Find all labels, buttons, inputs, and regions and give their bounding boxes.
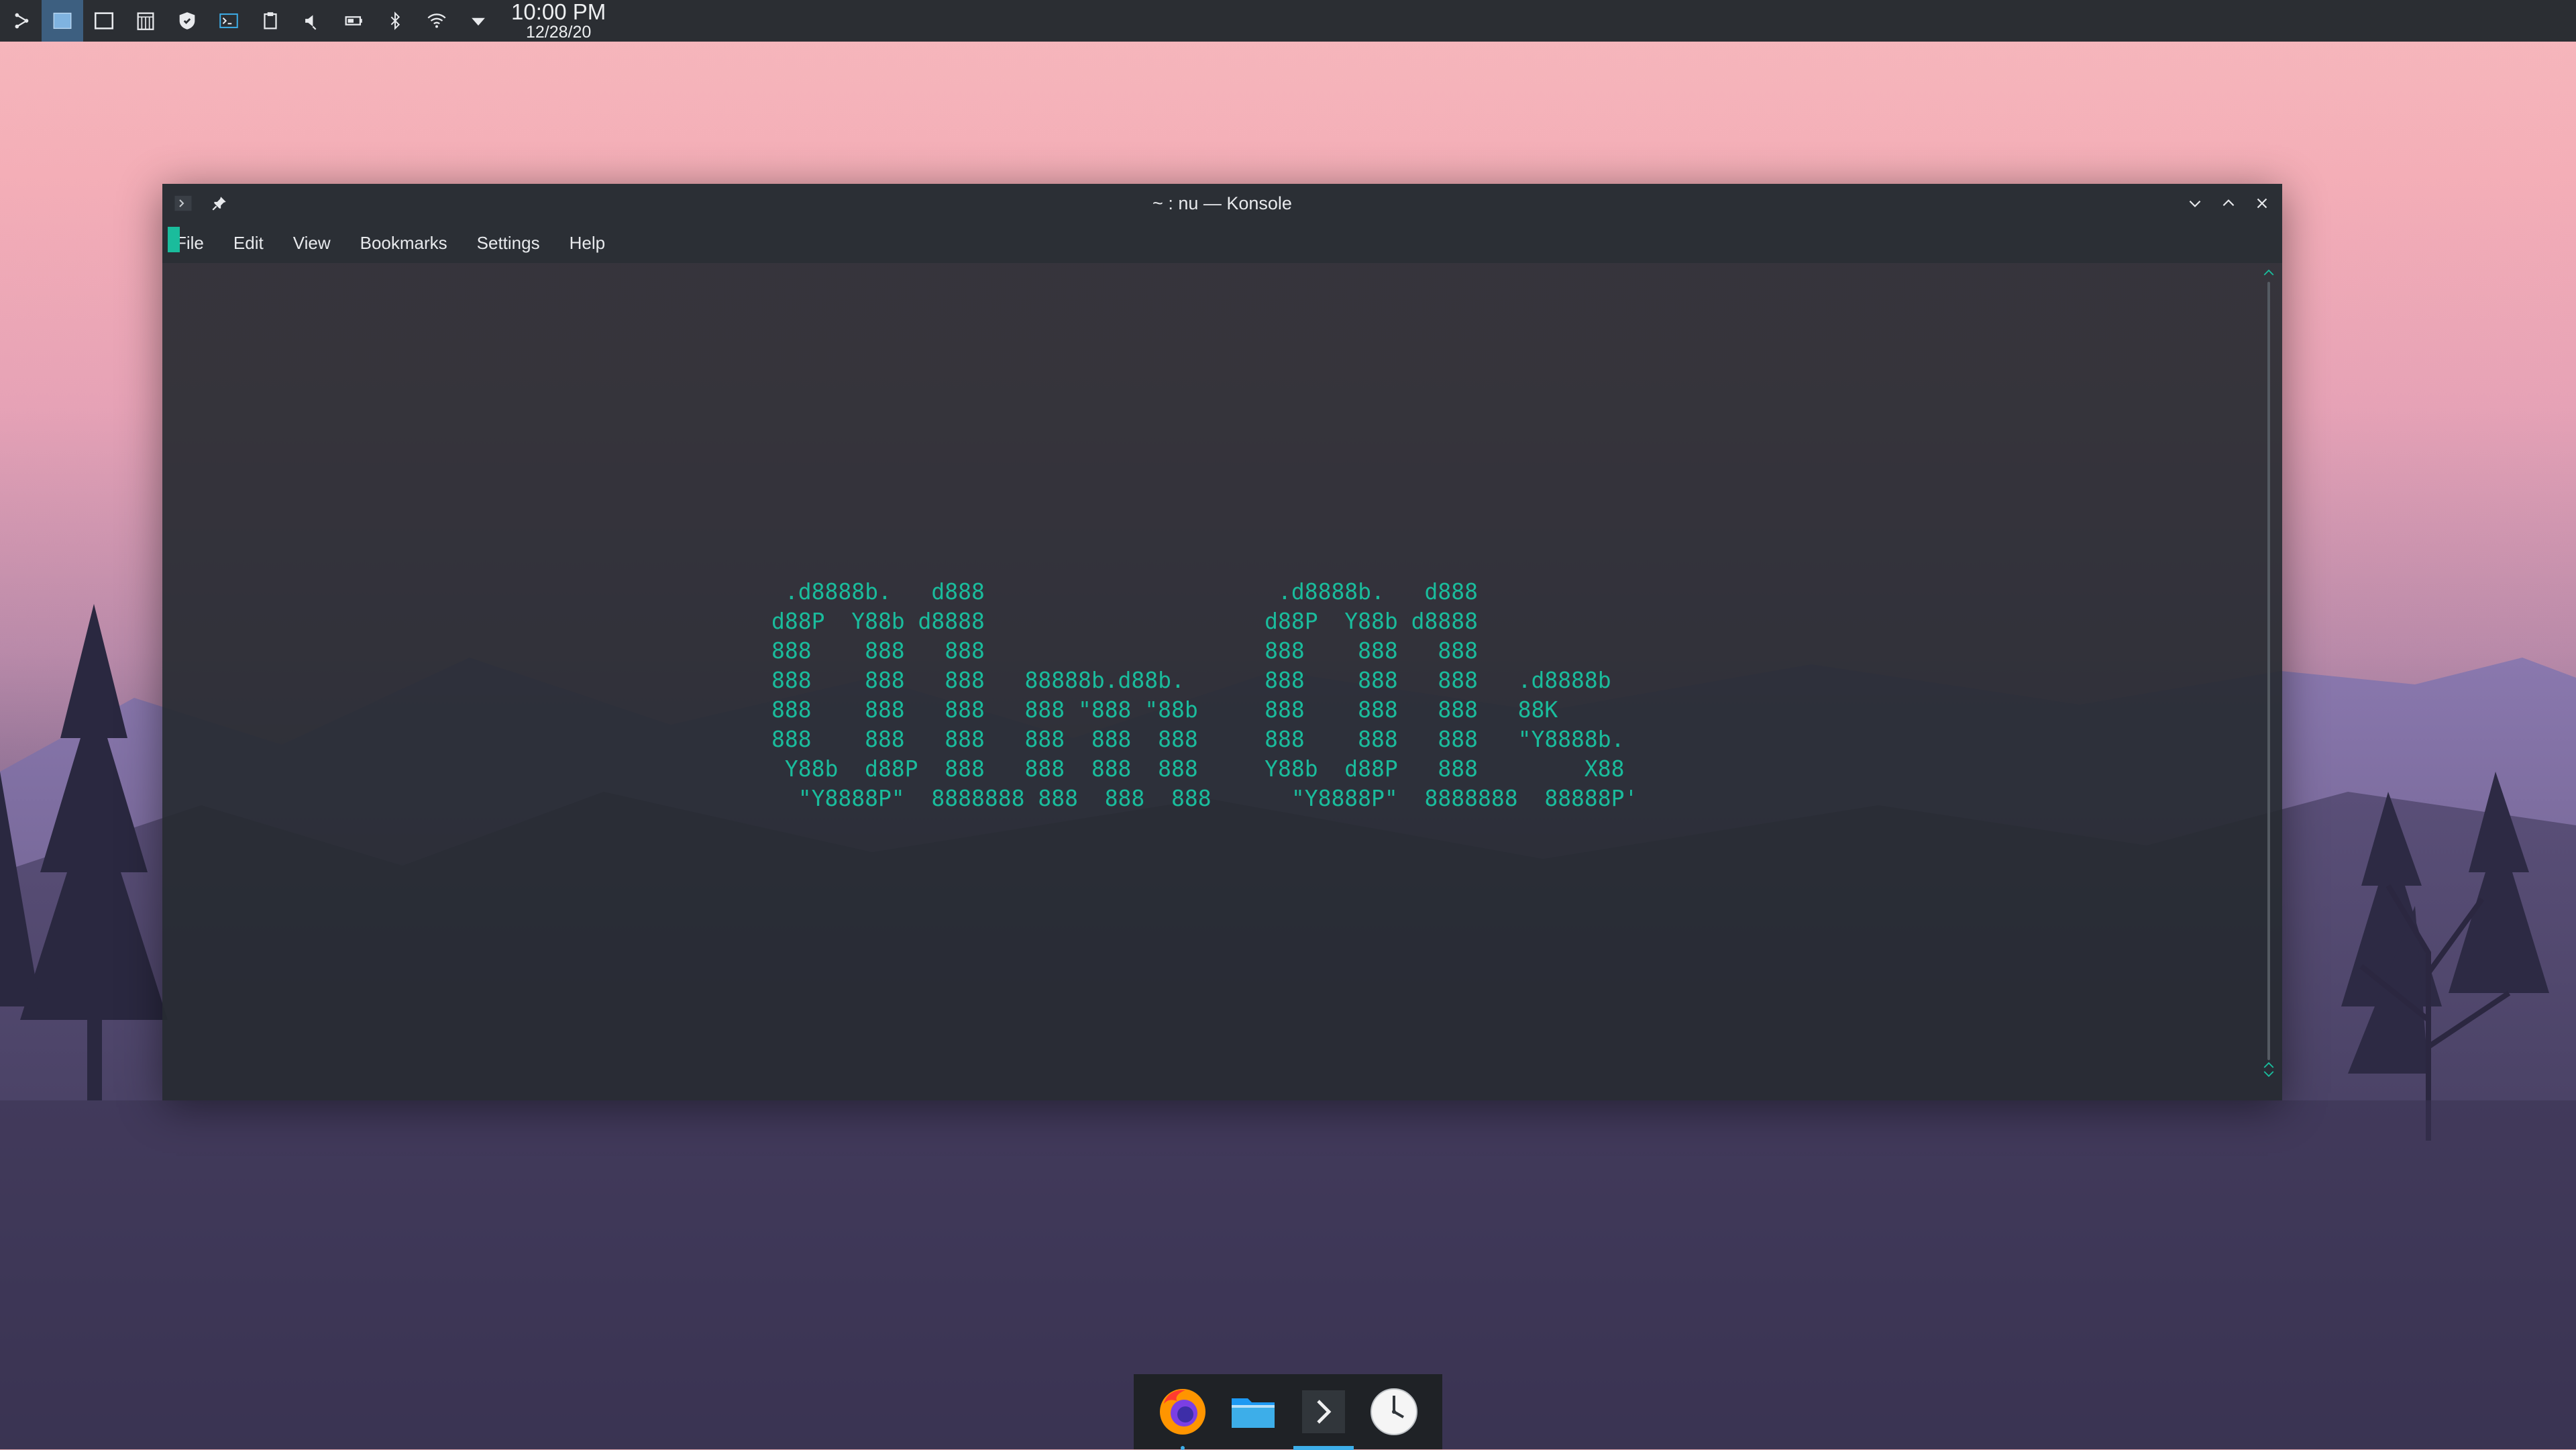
wifi-icon[interactable] bbox=[416, 0, 458, 42]
close-button[interactable] bbox=[2251, 193, 2273, 214]
menu-help[interactable]: Help bbox=[570, 233, 620, 254]
terminal-scrollbar[interactable] bbox=[2254, 263, 2282, 1100]
menu-view[interactable]: View bbox=[293, 233, 345, 254]
desktop-pager-icon[interactable] bbox=[42, 0, 83, 42]
konsole-app-icon[interactable] bbox=[172, 192, 195, 215]
ascii-art-banner: .d8888b. d888 .d8888b. d888 d88P Y88b d8… bbox=[771, 578, 1638, 811]
konsole-icon[interactable] bbox=[1293, 1382, 1354, 1450]
clock-time: 10:00 PM bbox=[511, 0, 606, 24]
terminal-area[interactable]: .d8888b. d888 .d8888b. d888 d88P Y88b d8… bbox=[162, 227, 2254, 1100]
bluetooth-icon[interactable] bbox=[374, 0, 416, 42]
menu-bookmarks[interactable]: Bookmarks bbox=[360, 233, 462, 254]
file-manager-icon[interactable] bbox=[1223, 1382, 1283, 1442]
clock-icon[interactable] bbox=[1364, 1382, 1424, 1442]
security-shield-icon[interactable] bbox=[166, 0, 208, 42]
scrollbar-track[interactable] bbox=[2267, 282, 2270, 1060]
battery-icon[interactable] bbox=[333, 0, 374, 42]
clipboard-history-icon[interactable] bbox=[125, 0, 166, 42]
firefox-icon[interactable] bbox=[1152, 1382, 1213, 1450]
clipboard-icon[interactable] bbox=[250, 0, 291, 42]
app-launcher-icon[interactable] bbox=[0, 0, 42, 42]
show-desktop-icon[interactable] bbox=[83, 0, 125, 42]
konsole-window: ~ : nu — Konsole File Edit View Bookmark… bbox=[162, 184, 2282, 1100]
menu-bar: File Edit View Bookmarks Settings Help bbox=[162, 223, 2282, 263]
scroll-up-icon[interactable] bbox=[2260, 264, 2277, 280]
volume-muted-icon[interactable] bbox=[291, 0, 333, 42]
menu-settings[interactable]: Settings bbox=[477, 233, 555, 254]
clock-date: 12/28/20 bbox=[525, 23, 592, 42]
menu-edit[interactable]: Edit bbox=[233, 233, 278, 254]
top-panel: 10:00 PM 12/28/20 bbox=[0, 0, 2576, 42]
digital-clock[interactable]: 10:00 PM 12/28/20 bbox=[511, 1, 606, 41]
menu-file[interactable]: File bbox=[176, 233, 219, 254]
scroll-down-icon[interactable] bbox=[2260, 1061, 2277, 1078]
expand-tray-icon[interactable] bbox=[458, 0, 499, 42]
terminal-tray-icon[interactable] bbox=[208, 0, 250, 42]
terminal-cursor bbox=[168, 227, 180, 252]
window-title: ~ : nu — Konsole bbox=[1152, 193, 1292, 213]
pin-icon[interactable] bbox=[208, 192, 231, 215]
minimize-button[interactable] bbox=[2184, 193, 2206, 214]
task-manager-dock bbox=[1134, 1374, 1442, 1450]
window-titlebar[interactable]: ~ : nu — Konsole bbox=[162, 184, 2282, 223]
maximize-button[interactable] bbox=[2218, 193, 2239, 214]
